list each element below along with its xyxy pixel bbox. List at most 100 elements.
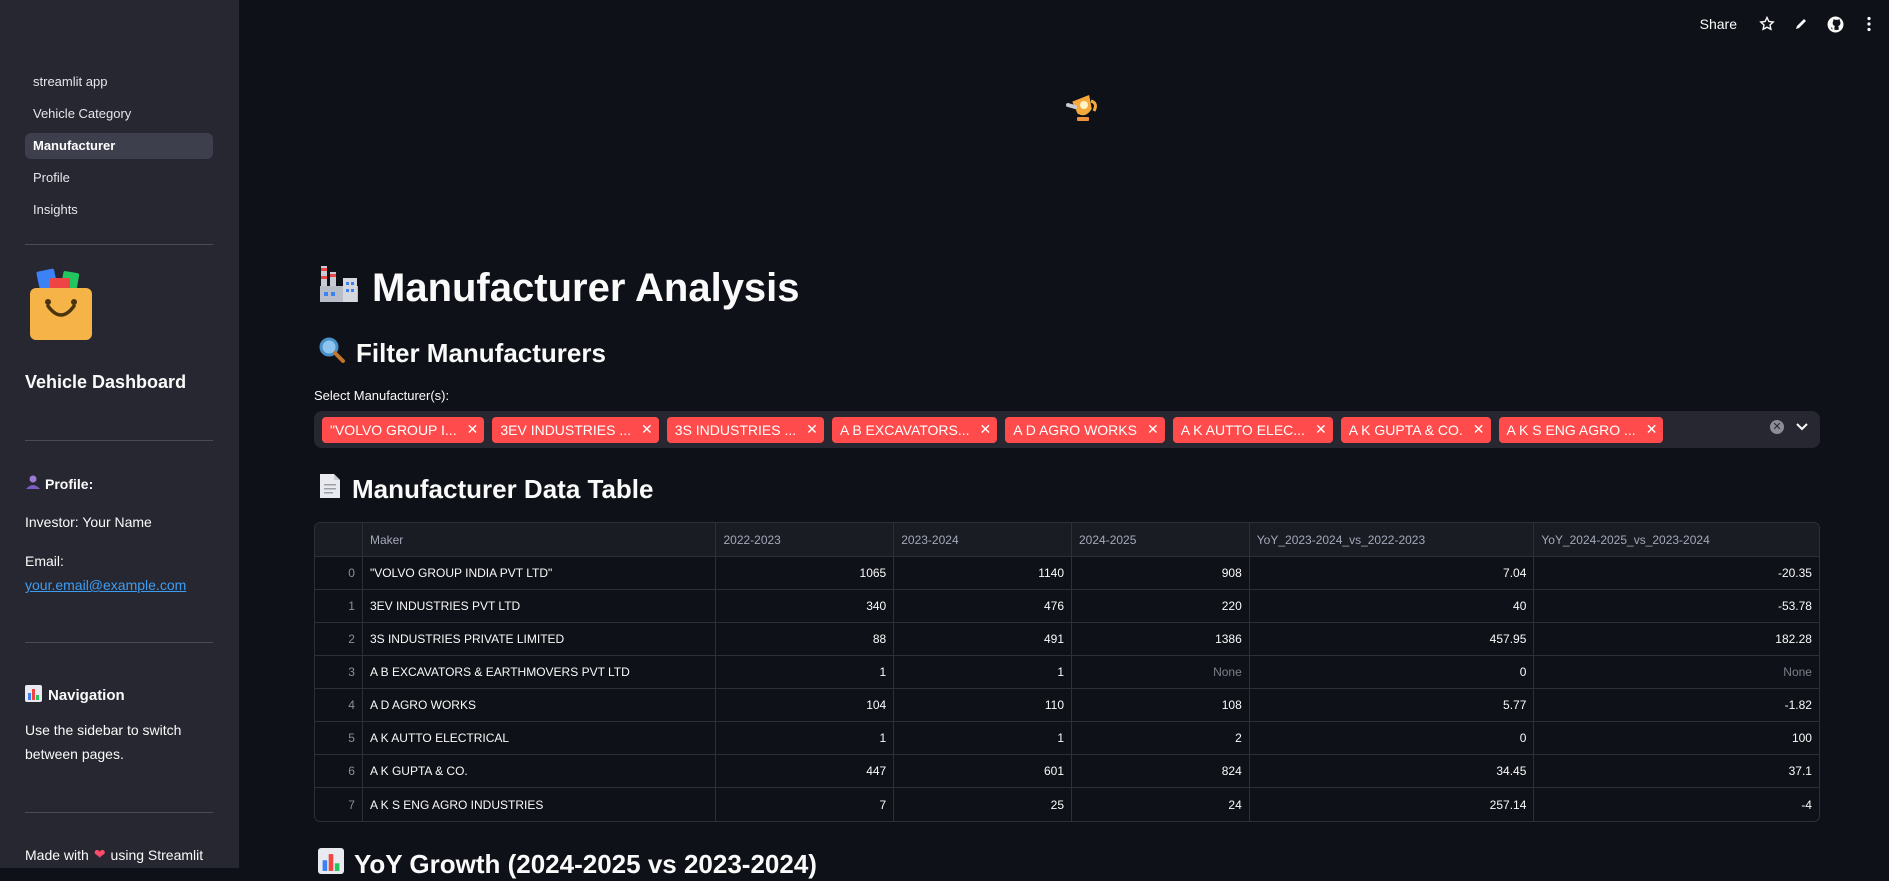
remove-tag-icon[interactable]: ✕ bbox=[467, 421, 479, 438]
table-cell[interactable]: 108 bbox=[1072, 689, 1250, 721]
table-cell[interactable]: 447 bbox=[716, 755, 895, 787]
column-header[interactable]: 2022-2023 bbox=[716, 523, 895, 556]
selected-tag[interactable]: A B EXCAVATORS... ✕ bbox=[831, 416, 998, 443]
select-label: Select Manufacturer(s): bbox=[314, 388, 450, 403]
remove-tag-icon[interactable]: ✕ bbox=[1315, 421, 1327, 438]
manufacturer-data-table[interactable]: Maker 2022-2023 2023-2024 2024-2025 YoY_… bbox=[314, 522, 1820, 822]
table-cell[interactable]: 24 bbox=[1072, 788, 1250, 821]
table-cell[interactable]: 601 bbox=[894, 755, 1072, 787]
remove-tag-icon[interactable]: ✕ bbox=[1147, 421, 1159, 438]
table-cell[interactable]: 1386 bbox=[1072, 623, 1250, 655]
table-cell[interactable]: 88 bbox=[716, 623, 895, 655]
table-cell[interactable]: 824 bbox=[1072, 755, 1250, 787]
clear-all-icon[interactable]: ✕ bbox=[1770, 420, 1784, 434]
table-cell[interactable]: 257.14 bbox=[1250, 788, 1535, 821]
table-cell[interactable]: -4 bbox=[1534, 788, 1819, 821]
remove-tag-icon[interactable]: ✕ bbox=[980, 421, 992, 438]
table-cell[interactable]: -1.82 bbox=[1534, 689, 1819, 721]
table-row: 7 A K S ENG AGRO INDUSTRIES 7 25 24 257.… bbox=[315, 788, 1819, 821]
table-row: 6 A K GUPTA & CO. 447 601 824 34.45 37.1 bbox=[315, 755, 1819, 788]
table-cell[interactable]: 182.28 bbox=[1534, 623, 1819, 655]
manufacturer-multiselect[interactable]: "VOLVO GROUP I... ✕ 3EV INDUSTRIES ... ✕ 3… bbox=[314, 411, 1820, 448]
table-cell[interactable]: A K S ENG AGRO INDUSTRIES bbox=[363, 788, 717, 821]
remove-tag-icon[interactable]: ✕ bbox=[641, 421, 653, 438]
table-cell[interactable]: 100 bbox=[1534, 722, 1819, 754]
table-cell[interactable]: 110 bbox=[894, 689, 1072, 721]
table-cell[interactable]: 2 bbox=[1072, 722, 1250, 754]
table-cell[interactable]: 34.45 bbox=[1250, 755, 1535, 787]
remove-tag-icon[interactable]: ✕ bbox=[1646, 421, 1658, 438]
heart-icon: ❤ bbox=[93, 846, 106, 862]
sidebar-footer: Made with ❤ using Streamlit bbox=[25, 846, 204, 863]
table-cell[interactable]: 457.95 bbox=[1250, 623, 1535, 655]
selected-tag[interactable]: A K AUTTO ELEC... ✕ bbox=[1172, 416, 1333, 443]
edit-pencil-icon[interactable] bbox=[1791, 14, 1811, 34]
column-header[interactable]: 2023-2024 bbox=[894, 523, 1072, 556]
chevron-down-icon[interactable] bbox=[1796, 420, 1808, 434]
column-header[interactable]: Maker bbox=[363, 523, 717, 556]
remove-tag-icon[interactable]: ✕ bbox=[806, 421, 818, 438]
table-cell[interactable]: 7.04 bbox=[1250, 557, 1535, 589]
bar-chart-icon bbox=[25, 685, 42, 706]
email-link[interactable]: your.email@example.com bbox=[25, 577, 186, 593]
table-row: 3 A B EXCAVATORS & EARTHMOVERS PVT LTD 1… bbox=[315, 656, 1819, 689]
nav-item-profile[interactable]: Profile bbox=[25, 165, 213, 191]
selected-tag[interactable]: 3EV INDUSTRIES ... ✕ bbox=[492, 416, 659, 443]
table-cell[interactable]: 1 bbox=[716, 656, 895, 688]
column-header[interactable]: YoY_2024-2025_vs_2023-2024 bbox=[1534, 523, 1819, 556]
share-button[interactable]: Share bbox=[1700, 16, 1737, 32]
table-cell[interactable]: 37.1 bbox=[1534, 755, 1819, 787]
table-cell[interactable]: 491 bbox=[894, 623, 1072, 655]
table-cell[interactable]: 220 bbox=[1072, 590, 1250, 622]
remove-tag-icon[interactable]: ✕ bbox=[1473, 421, 1485, 438]
table-cell[interactable]: 1 bbox=[894, 656, 1072, 688]
table-cell[interactable]: 0 bbox=[1250, 656, 1535, 688]
table-cell[interactable]: -20.35 bbox=[1534, 557, 1819, 589]
table-cell[interactable]: "VOLVO GROUP INDIA PVT LTD" bbox=[363, 557, 717, 589]
table-cell[interactable]: 340 bbox=[716, 590, 895, 622]
sidebar-nav: streamlit app Vehicle Category Manufactu… bbox=[25, 69, 213, 229]
table-cell[interactable]: 40 bbox=[1250, 590, 1535, 622]
table-cell[interactable]: 476 bbox=[894, 590, 1072, 622]
table-cell[interactable]: A D AGRO WORKS bbox=[363, 689, 717, 721]
table-cell[interactable]: None bbox=[1072, 656, 1250, 688]
star-icon[interactable] bbox=[1757, 14, 1777, 34]
table-cell[interactable]: 1 bbox=[716, 722, 895, 754]
table-cell[interactable]: 3EV INDUSTRIES PVT LTD bbox=[363, 590, 717, 622]
table-header-row: Maker 2022-2023 2023-2024 2024-2025 YoY_… bbox=[315, 523, 1819, 557]
github-icon[interactable] bbox=[1825, 14, 1845, 34]
page-title: Manufacturer Analysis bbox=[318, 262, 800, 314]
table-cell[interactable]: 1065 bbox=[716, 557, 895, 589]
table-cell[interactable]: A K GUPTA & CO. bbox=[363, 755, 717, 787]
nav-item-manufacturer[interactable]: Manufacturer bbox=[25, 133, 213, 159]
table-cell[interactable]: -53.78 bbox=[1534, 590, 1819, 622]
table-cell[interactable]: 1 bbox=[894, 722, 1072, 754]
nav-item-insights[interactable]: Insights bbox=[25, 197, 213, 223]
table-cell[interactable]: 1140 bbox=[894, 557, 1072, 589]
table-cell[interactable]: 7 bbox=[716, 788, 895, 821]
selected-tag[interactable]: A D AGRO WORKS ✕ bbox=[1005, 416, 1165, 443]
selected-tag[interactable]: A K S ENG AGRO ... ✕ bbox=[1498, 416, 1664, 443]
more-menu-icon[interactable] bbox=[1859, 14, 1879, 34]
table-cell[interactable]: 5.77 bbox=[1250, 689, 1535, 721]
table-cell[interactable]: 104 bbox=[716, 689, 895, 721]
sidebar-divider bbox=[25, 244, 213, 245]
row-index: 4 bbox=[315, 689, 363, 721]
nav-item-vehicle-category[interactable]: Vehicle Category bbox=[25, 101, 213, 127]
table-cell[interactable]: A K AUTTO ELECTRICAL bbox=[363, 722, 717, 754]
sidebar: streamlit app Vehicle Category Manufactu… bbox=[0, 0, 239, 868]
selected-tag[interactable]: 3S INDUSTRIES ... ✕ bbox=[666, 416, 824, 443]
selected-tag[interactable]: A K GUPTA & CO. ✕ bbox=[1340, 416, 1491, 443]
table-cell[interactable]: None bbox=[1534, 656, 1819, 688]
selected-tag[interactable]: "VOLVO GROUP I... ✕ bbox=[322, 416, 485, 443]
table-cell[interactable]: 3S INDUSTRIES PRIVATE LIMITED bbox=[363, 623, 717, 655]
table-cell[interactable]: 0 bbox=[1250, 722, 1535, 754]
row-index: 0 bbox=[315, 557, 363, 589]
column-header[interactable]: YoY_2023-2024_vs_2022-2023 bbox=[1250, 523, 1535, 556]
table-cell[interactable]: 25 bbox=[894, 788, 1072, 821]
nav-item-streamlit-app[interactable]: streamlit app bbox=[25, 69, 213, 95]
table-cell[interactable]: 908 bbox=[1072, 557, 1250, 589]
column-header[interactable]: 2024-2025 bbox=[1072, 523, 1250, 556]
multiselect-controls: ✕ bbox=[1770, 420, 1808, 434]
table-cell[interactable]: A B EXCAVATORS & EARTHMOVERS PVT LTD bbox=[363, 656, 717, 688]
